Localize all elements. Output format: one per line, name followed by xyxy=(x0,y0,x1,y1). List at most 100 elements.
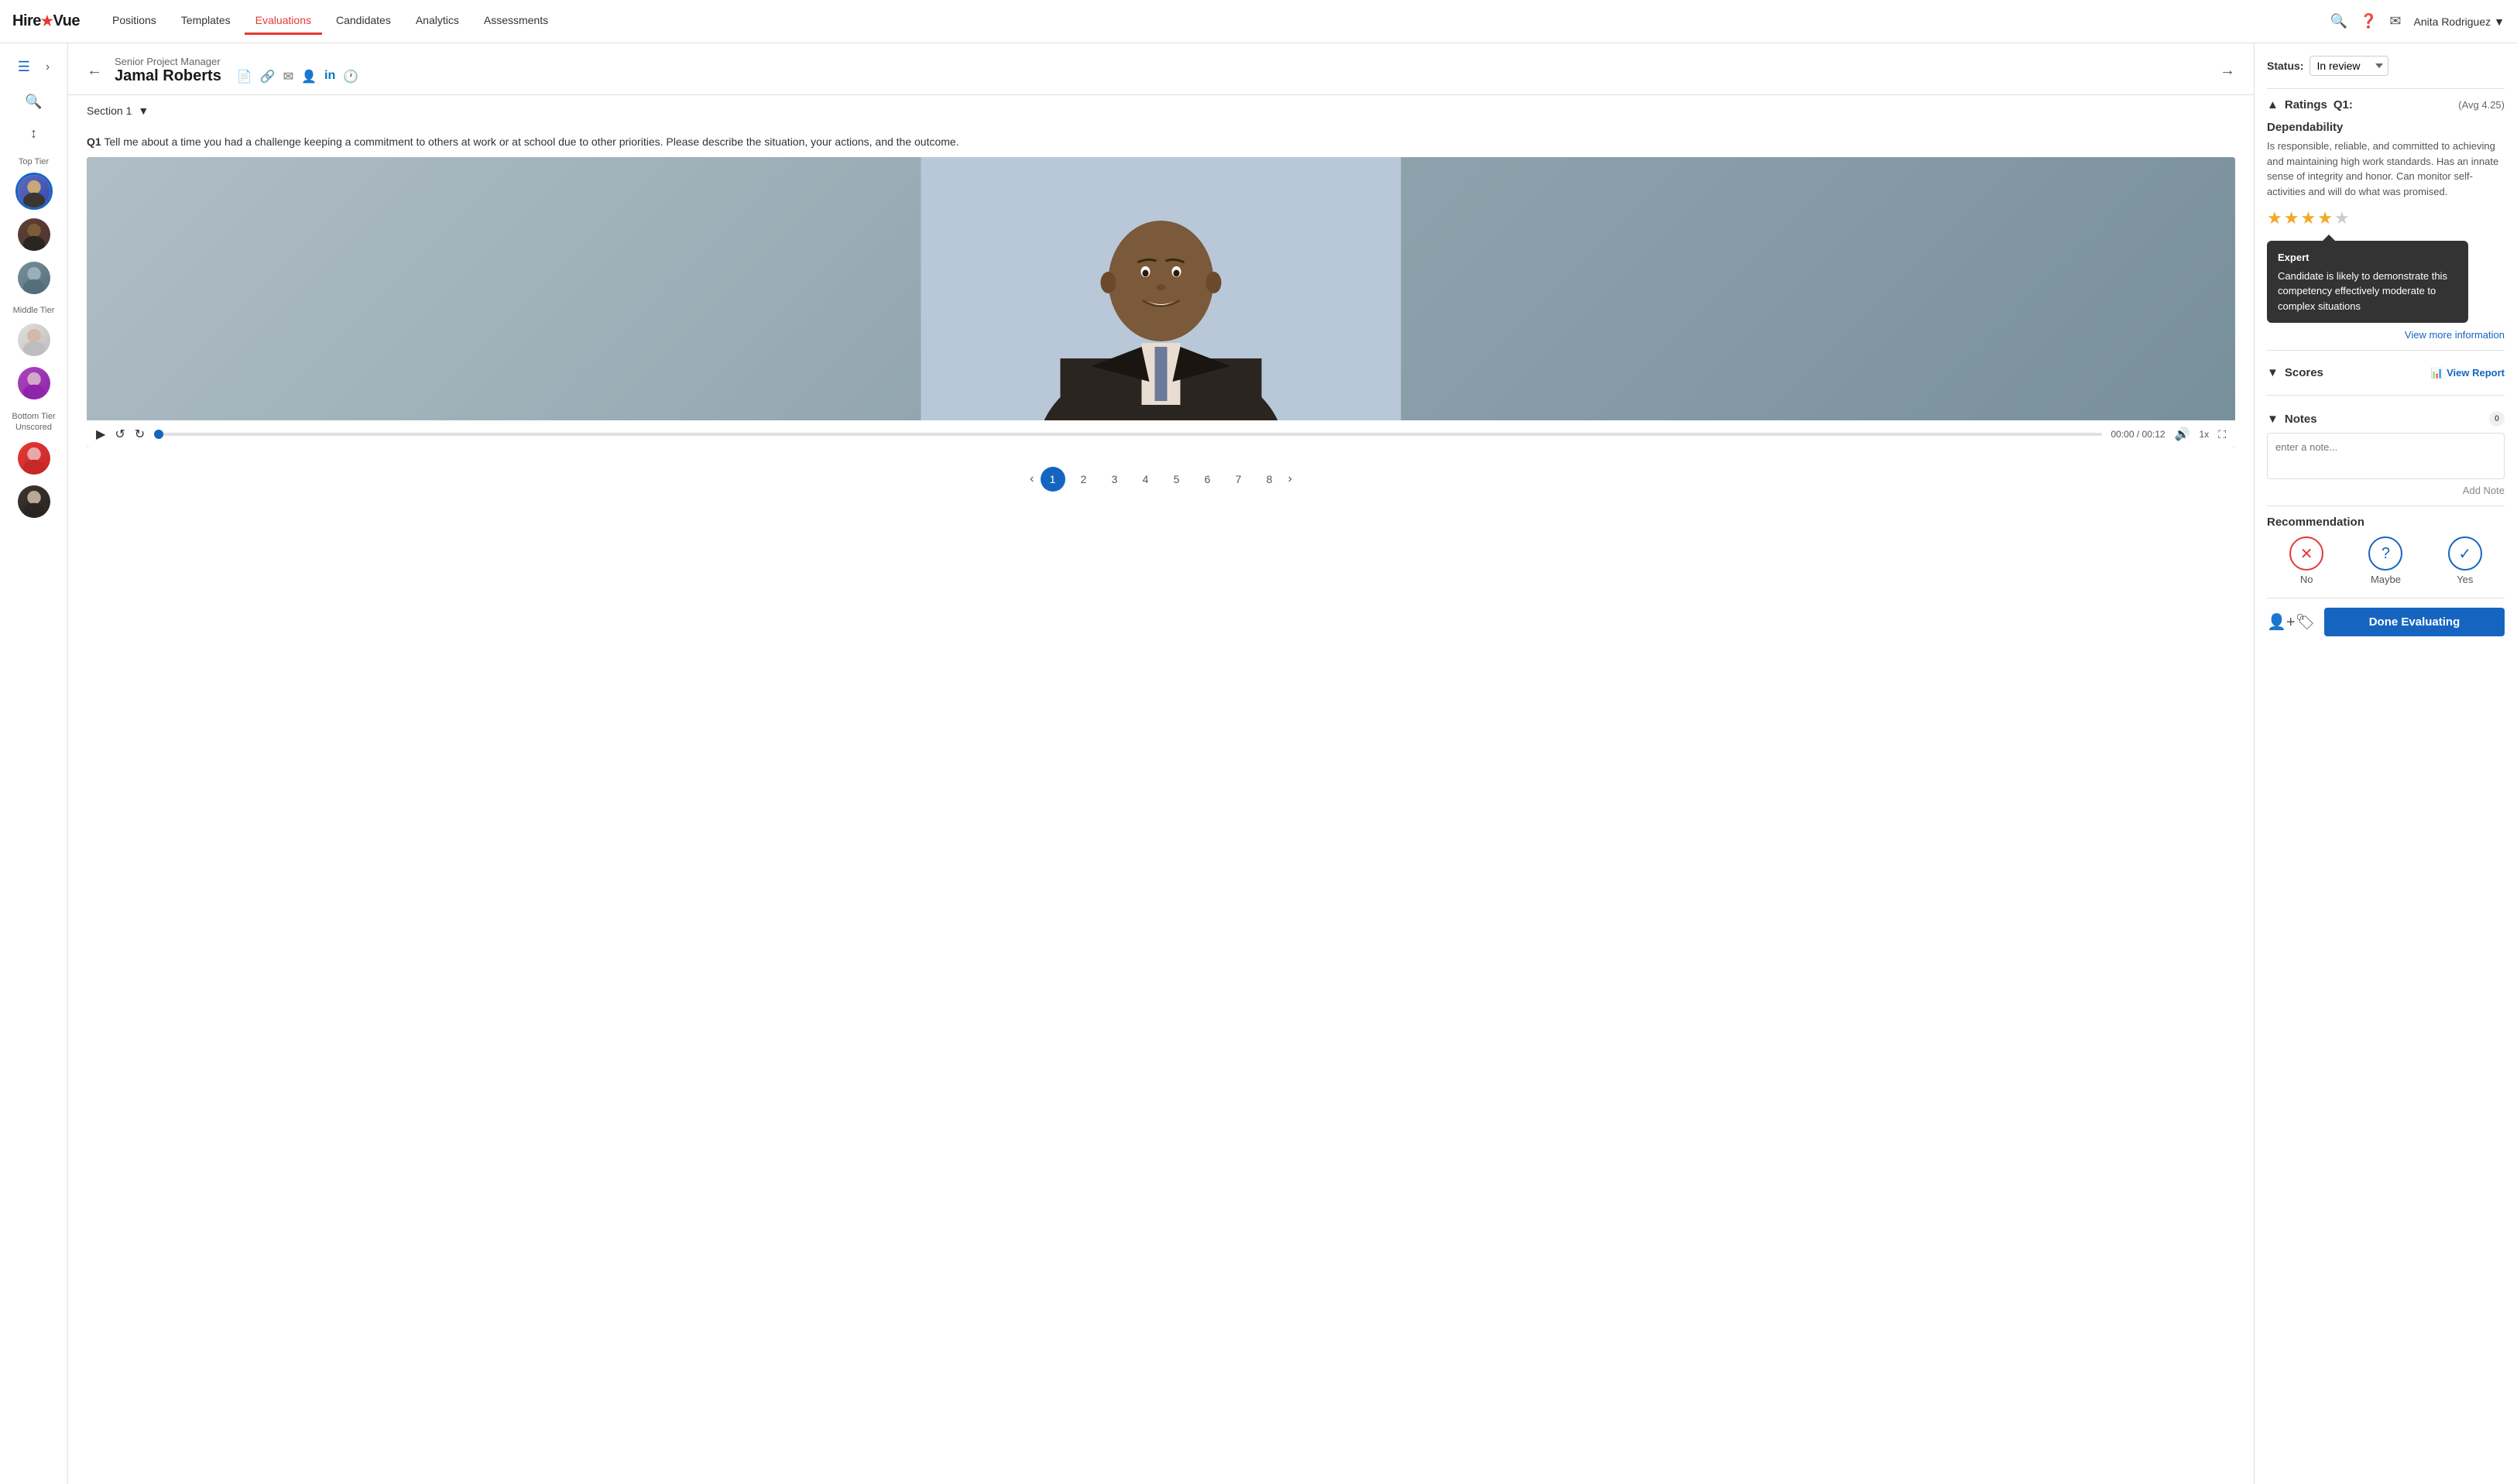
bottom-tier-label: Bottom TierUnscored xyxy=(12,411,55,434)
nav-items: Positions Templates Evaluations Candidat… xyxy=(101,8,2330,35)
candidate-avatar-7[interactable] xyxy=(15,483,53,520)
time-display: 00:00 / 00:12 xyxy=(2111,429,2166,440)
avatar-image-5 xyxy=(18,367,50,399)
sidebar-sort-icon[interactable]: ↕ xyxy=(24,119,43,148)
nav-assessments[interactable]: Assessments xyxy=(473,8,559,35)
sidebar-list-icon[interactable]: ☰ xyxy=(12,53,36,81)
competency-name: Dependability xyxy=(2267,121,2505,134)
email-icon[interactable]: ✉ xyxy=(283,69,293,84)
section-selector[interactable]: Section 1 ▼ xyxy=(68,95,2254,126)
scores-section: ▼ Scores 📊 View Report xyxy=(2267,360,2505,386)
volume-btn[interactable]: 🔊 xyxy=(2175,427,2190,442)
view-more-link[interactable]: View more information xyxy=(2267,329,2505,341)
profile-icon[interactable]: 👤 xyxy=(301,69,317,84)
logo[interactable]: Hire★Vue xyxy=(12,12,80,30)
question-text: Q1 Tell me about a time you had a challe… xyxy=(87,135,2235,148)
star-4[interactable]: ★ xyxy=(2317,208,2333,228)
page-btn-8[interactable]: 8 xyxy=(1257,467,1282,492)
view-report-label: View Report xyxy=(2447,367,2505,379)
progress-bar[interactable] xyxy=(154,433,2101,436)
page-btn-4[interactable]: 4 xyxy=(1133,467,1158,492)
candidate-avatar-5[interactable] xyxy=(15,365,53,402)
question-label: Q1 xyxy=(87,135,101,148)
logo-text: Hire★Vue xyxy=(12,12,80,30)
top-nav: Hire★Vue Positions Templates Evaluations… xyxy=(0,0,2517,43)
candidate-avatar-2[interactable] xyxy=(15,216,53,253)
ratings-label: Ratings xyxy=(2285,98,2327,111)
pagination-prev[interactable]: ‹ xyxy=(1030,472,1034,486)
page-btn-5[interactable]: 5 xyxy=(1164,467,1189,492)
link-icon[interactable]: 🔗 xyxy=(260,69,276,84)
clock-icon[interactable]: 🕐 xyxy=(343,69,358,84)
sidebar-search-icon[interactable]: 🔍 xyxy=(19,87,48,116)
star-3[interactable]: ★ xyxy=(2300,208,2316,228)
nav-templates[interactable]: Templates xyxy=(170,8,242,35)
page-btn-6[interactable]: 6 xyxy=(1195,467,1220,492)
add-note-btn[interactable]: Add Note xyxy=(2267,485,2505,496)
add-user-btn[interactable]: 👤+ xyxy=(2267,612,2296,632)
nav-positions[interactable]: Positions xyxy=(101,8,167,35)
candidate-avatar-6[interactable] xyxy=(15,440,53,477)
ratings-q-label: Q1: xyxy=(2334,98,2353,111)
prev-candidate-btn[interactable]: ← xyxy=(87,62,102,80)
note-input[interactable] xyxy=(2267,433,2505,479)
tooltip-title: Expert xyxy=(2278,250,2457,266)
help-icon[interactable]: ❓ xyxy=(2360,13,2377,29)
forward-btn[interactable]: ↻ xyxy=(135,427,145,442)
candidate-info: Senior Project Manager Jamal Roberts 📄 🔗… xyxy=(115,56,358,85)
avatar-image-1 xyxy=(18,175,50,207)
page-btn-7[interactable]: 7 xyxy=(1226,467,1251,492)
notes-section: ▼ Notes 0 Add Note xyxy=(2267,405,2505,496)
mail-icon[interactable]: ✉ xyxy=(2389,13,2401,29)
status-select[interactable]: In review Completed Pending xyxy=(2310,56,2388,76)
middle-tier-label: Middle Tier xyxy=(13,306,55,315)
pagination-next[interactable]: › xyxy=(1288,472,1292,486)
rec-yes-btn[interactable]: ✓ Yes xyxy=(2448,536,2482,585)
star-5[interactable]: ★ xyxy=(2334,208,2350,228)
sidebar-toggle-btn[interactable]: › xyxy=(39,54,56,81)
page-btn-3[interactable]: 3 xyxy=(1102,467,1127,492)
maybe-circle: ? xyxy=(2368,536,2402,571)
nav-evaluations[interactable]: Evaluations xyxy=(245,8,322,35)
pagination: ‹ 1 2 3 4 5 6 7 8 › xyxy=(87,458,2235,501)
rec-no-btn[interactable]: ✕ No xyxy=(2289,536,2323,585)
done-evaluating-btn[interactable]: Done Evaluating xyxy=(2324,608,2505,636)
rec-maybe-btn[interactable]: ? Maybe xyxy=(2368,536,2402,585)
tooltip-text: Candidate is likely to demonstrate this … xyxy=(2278,269,2457,314)
candidate-avatar-1[interactable] xyxy=(15,173,53,210)
rating-stars: ★ ★ ★ ★ ★ xyxy=(2267,208,2505,228)
star-2[interactable]: ★ xyxy=(2284,208,2299,228)
nav-analytics[interactable]: Analytics xyxy=(405,8,470,35)
candidate-avatar-4[interactable] xyxy=(15,321,53,358)
no-circle: ✕ xyxy=(2289,536,2323,571)
next-candidate-btn[interactable]: → xyxy=(2220,62,2235,80)
speed-btn[interactable]: 1x xyxy=(2200,429,2210,440)
fullscreen-btn[interactable]: ⛶ xyxy=(2218,428,2226,441)
resume-icon[interactable]: 📄 xyxy=(237,69,252,84)
candidate-icons: 📄 🔗 ✉ 👤 in 🕐 xyxy=(237,69,358,84)
page-btn-2[interactable]: 2 xyxy=(1072,467,1096,492)
play-btn[interactable]: ▶ xyxy=(96,427,105,442)
user-chevron-icon: ▼ xyxy=(2494,15,2505,28)
nav-candidates[interactable]: Candidates xyxy=(325,8,402,35)
section-label: Section 1 xyxy=(87,105,132,117)
ratings-header[interactable]: ▲ Ratings Q1: (Avg 4.25) xyxy=(2267,98,2505,111)
notes-label: Notes xyxy=(2285,413,2317,426)
left-sidebar: ☰ › 🔍 ↕ Top Tier Middle Tier xyxy=(0,43,68,1484)
notes-header[interactable]: ▼ Notes 0 xyxy=(2267,405,2505,433)
search-icon[interactable]: 🔍 xyxy=(2330,13,2347,29)
section-chevron-icon: ▼ xyxy=(138,105,149,117)
rewind-btn[interactable]: ↺ xyxy=(115,427,125,442)
scores-collapse-icon: ▼ xyxy=(2267,366,2279,379)
page-btn-1[interactable]: 1 xyxy=(1041,467,1065,492)
avatar-image-7 xyxy=(18,485,50,518)
user-menu[interactable]: Anita Rodriguez ▼ xyxy=(2414,15,2505,28)
view-report-link[interactable]: 📊 View Report xyxy=(2431,367,2505,379)
tag-btn[interactable]: 🏷 xyxy=(2296,612,2315,632)
candidate-avatar-3[interactable] xyxy=(15,259,53,296)
star-1[interactable]: ★ xyxy=(2267,208,2282,228)
user-name-label: Anita Rodriguez xyxy=(2414,15,2491,28)
linkedin-icon[interactable]: in xyxy=(324,69,335,84)
scores-header[interactable]: ▼ Scores 📊 View Report xyxy=(2267,360,2505,386)
video-frame[interactable] xyxy=(87,157,2235,420)
